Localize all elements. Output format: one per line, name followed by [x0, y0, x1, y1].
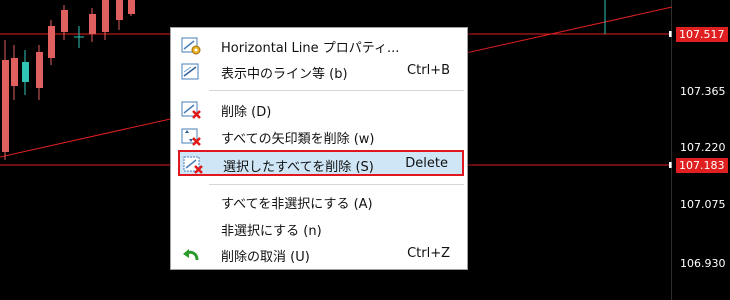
delete-arrows-icon [181, 128, 201, 146]
undo-icon [181, 246, 201, 264]
menu-item-label: 表示中のライン等 (b) [221, 67, 348, 82]
price-label: 106.930 [680, 257, 726, 270]
price-label-line-upper: 107.517 [676, 27, 728, 42]
menu-item-label: すべてを非選択にする (A) [221, 197, 373, 212]
candle [89, 14, 96, 34]
candle [102, 0, 109, 32]
menu-item-label: 非選択にする (n) [221, 224, 322, 239]
menu-item-shortcut: Ctrl+Z [407, 246, 450, 261]
menu-item-delete[interactable]: 削除 (D) [178, 97, 464, 123]
candle [36, 52, 43, 88]
menu-item-label: すべての矢印類を削除 (w) [221, 132, 375, 147]
menu-item-label: 削除 (D) [221, 105, 272, 120]
delete-selected-icon [183, 156, 203, 174]
candle [2, 60, 9, 152]
context-menu: Horizontal Line プロパティ... 表示中のライン等 (b) Ct… [170, 27, 468, 270]
candle [61, 10, 68, 32]
candle [48, 26, 55, 58]
menu-item-label: 削除の取消 (U) [221, 250, 310, 265]
menu-separator [209, 184, 464, 185]
price-label-line-lower: 107.183 [676, 158, 728, 173]
price-label: 107.075 [680, 198, 726, 211]
menu-item-objects-list[interactable]: 表示中のライン等 (b) Ctrl+B [178, 59, 464, 85]
price-label: 107.220 [680, 141, 726, 154]
menu-item-shortcut: Ctrl+B [407, 63, 450, 78]
menu-item-deselect[interactable]: 非選択にする (n) [178, 216, 464, 242]
menu-item-properties[interactable]: Horizontal Line プロパティ... [178, 33, 464, 59]
menu-item-delete-selected[interactable]: 選択したすべてを削除 (S) Delete [178, 150, 464, 176]
price-label: 107.365 [680, 85, 726, 98]
candle [22, 62, 29, 82]
candle [128, 0, 135, 14]
menu-item-label: Horizontal Line プロパティ... [221, 41, 400, 56]
menu-item-label: 選択したすべてを削除 (S) [223, 160, 374, 175]
menu-item-deselect-all[interactable]: すべてを非選択にする (A) [178, 189, 464, 215]
objects-list-icon [181, 63, 201, 81]
candle [116, 0, 123, 20]
menu-separator [209, 90, 464, 91]
menu-item-undo-delete[interactable]: 削除の取消 (U) Ctrl+Z [178, 242, 464, 268]
menu-item-shortcut: Delete [405, 156, 448, 171]
candle [11, 58, 18, 86]
delete-icon [181, 101, 201, 119]
properties-icon [181, 37, 201, 55]
menu-item-delete-all-arrows[interactable]: すべての矢印類を削除 (w) [178, 124, 464, 150]
